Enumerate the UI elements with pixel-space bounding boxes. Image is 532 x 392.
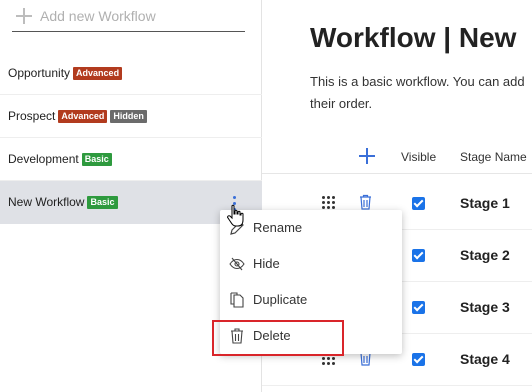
stage-name: Stage 1 — [460, 195, 510, 211]
visible-checkbox[interactable] — [412, 249, 425, 262]
workflow-list: Opportunity Advanced Prospect Advanced H… — [0, 52, 262, 224]
add-workflow-placeholder: Add new Workflow — [40, 7, 156, 24]
menu-item-rename[interactable]: Rename — [220, 210, 402, 246]
workflow-item-prospect[interactable]: Prospect Advanced Hidden — [0, 95, 262, 138]
drag-handle-icon[interactable] — [322, 196, 336, 210]
workflow-name: Prospect — [8, 109, 56, 123]
description-line-2: their order. — [310, 96, 373, 111]
workflow-name: Development — [8, 152, 79, 166]
menu-item-duplicate[interactable]: Duplicate — [220, 282, 402, 318]
app-root: Add new Workflow Opportunity Advanced Pr… — [0, 0, 532, 392]
plus-icon — [16, 7, 32, 24]
basic-badge: Basic — [87, 195, 118, 209]
hidden-badge: Hidden — [110, 109, 147, 123]
stage-name: Stage 4 — [460, 351, 510, 367]
stages-table-header: Visible Stage Name — [262, 140, 532, 174]
menu-item-label: Hide — [253, 256, 280, 271]
menu-item-label: Rename — [253, 220, 303, 235]
add-workflow-input[interactable]: Add new Workflow — [12, 0, 245, 32]
trash-icon[interactable] — [359, 194, 372, 210]
advanced-badge: Advanced — [73, 66, 123, 80]
workflow-item-opportunity[interactable]: Opportunity Advanced — [0, 52, 262, 95]
stage-name: Stage 2 — [460, 247, 510, 263]
advanced-badge: Advanced — [58, 109, 108, 123]
workflow-description: This is a basic workflow. You can add th… — [310, 71, 532, 115]
page-title: Workflow | New — [310, 22, 517, 53]
workflow-name: New Workflow — [8, 195, 85, 209]
visible-column-header: Visible — [401, 150, 437, 164]
menu-item-hide[interactable]: Hide — [220, 246, 402, 282]
stage-name-column-header: Stage Name — [460, 150, 527, 164]
visible-checkbox[interactable] — [412, 197, 425, 210]
add-stage-icon[interactable] — [359, 148, 375, 164]
description-line-1: This is a basic workflow. You can add — [310, 74, 525, 89]
eye-slash-icon — [229, 257, 245, 271]
copy-icon — [230, 292, 244, 308]
visible-checkbox[interactable] — [412, 353, 425, 366]
workflow-name: Opportunity — [8, 66, 71, 80]
menu-item-label: Duplicate — [253, 292, 308, 307]
visible-checkbox[interactable] — [412, 301, 425, 314]
delete-highlight-box — [212, 320, 344, 356]
stage-name: Stage 3 — [460, 299, 510, 315]
basic-badge: Basic — [81, 152, 112, 166]
workflow-item-development[interactable]: Development Basic — [0, 138, 262, 181]
hand-cursor-icon — [227, 204, 244, 227]
